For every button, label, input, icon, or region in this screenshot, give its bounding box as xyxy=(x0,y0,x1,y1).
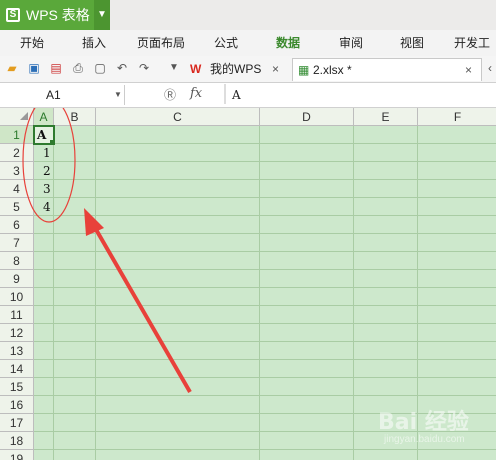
menu-data[interactable]: 数据 xyxy=(276,30,300,56)
watermark-subtext: jingyan.baidu.com xyxy=(384,434,465,445)
annotation-arrow-shaft xyxy=(92,224,192,394)
watermark-text: Bai 经验 xyxy=(378,410,469,435)
fx-icon[interactable]: fx xyxy=(190,86,202,101)
zoom-search-icon[interactable]: Ⓡ xyxy=(164,86,176,103)
tab-my-wps[interactable]: W 我的WPS × xyxy=(190,58,286,80)
annotation-arrowhead xyxy=(84,208,104,236)
wps-logo-icon: S xyxy=(6,8,20,22)
undo-icon[interactable]: ↶ xyxy=(114,60,130,76)
close-tab-icon[interactable]: × xyxy=(465,59,472,81)
print-icon[interactable]: ⎙ xyxy=(70,60,86,76)
formula-divider xyxy=(224,84,226,104)
name-box[interactable]: A1 ▼ xyxy=(0,85,125,105)
name-box-dropdown-icon[interactable]: ▼ xyxy=(114,85,122,105)
scroll-tabs-left-icon[interactable]: ‹ xyxy=(482,60,496,76)
wps-w-icon: W xyxy=(190,62,202,76)
toolbar-dropdown-icon[interactable]: ▼ xyxy=(166,60,182,76)
menu-view[interactable]: 视图 xyxy=(400,30,424,56)
title-bar: S WPS 表格 ▼ xyxy=(0,0,496,30)
ribbon-menu: 开始 插入 页面布局 公式 数据 审阅 视图 开发工具 xyxy=(0,30,496,76)
watermark: Bai 经验 jingyan.baidu.com xyxy=(378,400,494,458)
quick-access-toolbar: ▰ ▣ ▤ ⎙ ▢ ↶ ↷ ▼ W 我的WPS × ▦ 2.xlsx * × ‹ xyxy=(0,56,496,83)
menu-page-layout[interactable]: 页面布局 xyxy=(137,30,185,56)
app-title: WPS 表格 xyxy=(26,7,90,23)
open-folder-icon[interactable]: ▰ xyxy=(4,60,20,76)
spreadsheet-file-icon: ▦ xyxy=(298,63,310,77)
name-box-value: A1 xyxy=(46,88,61,102)
tab-file-label: 2.xlsx * xyxy=(313,63,352,77)
formula-bar: A1 ▼ Ⓡ fx A xyxy=(0,83,496,108)
tab-my-wps-label: 我的WPS xyxy=(210,62,262,76)
menu-review[interactable]: 审阅 xyxy=(339,30,363,56)
menu-insert[interactable]: 插入 xyxy=(82,30,106,56)
save-icon[interactable]: ▣ xyxy=(26,60,42,76)
spreadsheet-grid[interactable]: A B C D E F 1 2 3 4 5 6 7 8 9 10 11 12 1… xyxy=(0,108,496,460)
app-menu-button[interactable]: S WPS 表格 xyxy=(0,0,94,30)
menu-developer[interactable]: 开发工具 xyxy=(454,30,496,76)
formula-input[interactable]: A xyxy=(232,88,241,102)
close-tab-icon[interactable]: × xyxy=(272,58,279,80)
app-dropdown-arrow-icon[interactable]: ▼ xyxy=(94,0,110,30)
redo-icon[interactable]: ↷ xyxy=(136,60,152,76)
tab-file-2xlsx[interactable]: ▦ 2.xlsx * × xyxy=(292,58,482,81)
menu-formula[interactable]: 公式 xyxy=(214,30,238,56)
annotation-ellipse xyxy=(22,108,76,223)
export-pdf-icon[interactable]: ▤ xyxy=(48,60,64,76)
menu-start[interactable]: 开始 xyxy=(20,30,44,56)
print-preview-icon[interactable]: ▢ xyxy=(92,60,108,76)
